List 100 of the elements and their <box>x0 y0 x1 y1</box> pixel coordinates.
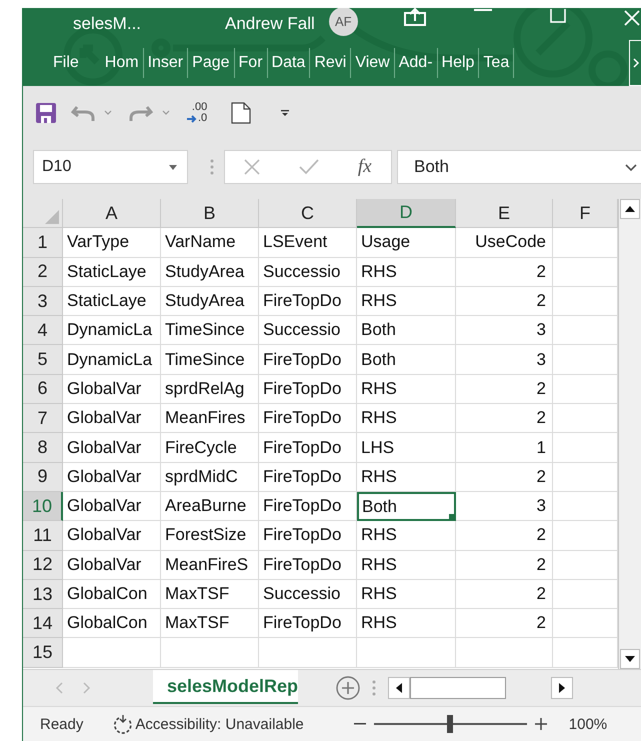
table-cell[interactable]: StudyArea <box>161 286 259 316</box>
table-cell[interactable]: ForestSize <box>161 521 259 551</box>
table-cell[interactable]: TimeSince <box>161 316 259 346</box>
table-cell[interactable]: FireTopDo <box>259 492 357 522</box>
name-box[interactable]: D10 <box>33 150 188 184</box>
table-cell[interactable]: VarName <box>161 228 259 258</box>
table-cell[interactable]: MaxTSF <box>161 580 259 610</box>
table-cell[interactable]: LHS <box>357 433 456 463</box>
table-cell[interactable]: GlobalCon <box>63 609 161 638</box>
formula-field[interactable]: Both <box>397 150 641 184</box>
customize-caret-icon[interactable] <box>281 110 290 116</box>
drag-handle-icon[interactable] <box>210 159 214 175</box>
table-cell[interactable] <box>357 638 456 668</box>
row-header[interactable]: 1 <box>23 228 63 258</box>
select-all-icon[interactable] <box>45 210 59 224</box>
cancel-icon[interactable] <box>244 159 260 175</box>
close-icon[interactable] <box>624 10 640 26</box>
table-cell[interactable]: 3 <box>456 492 553 522</box>
row-header[interactable]: 2 <box>23 258 63 287</box>
table-cell[interactable]: GlobalVar <box>63 521 161 551</box>
table-cell[interactable]: RHS <box>357 258 456 287</box>
table-cell[interactable]: DynamicLa <box>63 345 161 375</box>
scroll-down-icon[interactable] <box>625 656 635 662</box>
scroll-left-icon[interactable] <box>396 683 402 693</box>
table-cell[interactable]: 2 <box>456 609 553 638</box>
table-cell[interactable]: FireTopDo <box>259 521 357 551</box>
table-cell[interactable]: 2 <box>456 374 553 404</box>
more-options-icon[interactable] <box>372 680 376 696</box>
table-cell[interactable]: MeanFires <box>161 404 259 434</box>
table-cell[interactable]: sprdMidC <box>161 462 259 492</box>
ribbon-tab[interactable]: Inser <box>144 48 188 78</box>
table-cell[interactable]: 1 <box>456 433 553 463</box>
table-cell[interactable]: Both <box>357 345 456 375</box>
table-cell[interactable]: GlobalVar <box>63 404 161 434</box>
row-header[interactable]: 5 <box>23 345 63 375</box>
add-sheet-icon[interactable] <box>336 676 360 700</box>
column-header[interactable]: C <box>259 199 357 228</box>
table-cell[interactable]: RHS <box>357 374 456 404</box>
row-header[interactable]: 13 <box>23 580 63 610</box>
accessibility-status[interactable]: Accessibility: Unavailable <box>135 716 304 732</box>
ribbon-tab[interactable]: Page <box>188 48 235 78</box>
new-document-icon[interactable] <box>231 102 252 124</box>
table-cell[interactable]: 2 <box>456 258 553 287</box>
ribbon-tab[interactable]: View <box>351 48 395 78</box>
table-cell[interactable] <box>63 638 161 668</box>
row-header[interactable]: 15 <box>23 638 63 668</box>
table-cell[interactable]: UseCode <box>456 228 553 258</box>
zoom-percentage[interactable]: 100% <box>568 716 608 732</box>
row-header[interactable]: 10 <box>23 492 63 522</box>
previous-sheet-icon[interactable] <box>55 682 63 694</box>
table-cell[interactable]: sprdRelAg <box>161 374 259 404</box>
table-cell[interactable]: Successio <box>259 316 357 346</box>
ribbon-tab[interactable]: File <box>23 48 101 78</box>
table-cell[interactable] <box>161 638 259 668</box>
ribbon-tab[interactable]: Tea <box>479 48 514 78</box>
table-cell[interactable]: RHS <box>357 580 456 610</box>
table-cell[interactable]: RHS <box>357 609 456 638</box>
column-header[interactable]: D <box>357 199 456 228</box>
table-cell[interactable]: FireTopDo <box>259 404 357 434</box>
ribbon-tab[interactable]: Data <box>268 48 310 78</box>
table-cell[interactable]: FireTopDo <box>259 286 357 316</box>
table-cell[interactable]: RHS <box>357 286 456 316</box>
ribbon-tab[interactable]: Revi <box>310 48 352 78</box>
table-cell[interactable]: RHS <box>357 521 456 551</box>
table-cell[interactable]: Successio <box>259 258 357 287</box>
row-header[interactable]: 3 <box>23 286 63 316</box>
zoom-slider[interactable] <box>374 715 527 733</box>
table-cell[interactable]: AreaBurne <box>161 492 259 522</box>
row-header[interactable]: 7 <box>23 404 63 434</box>
row-header[interactable]: 14 <box>23 609 63 638</box>
table-cell[interactable]: Usage <box>357 228 456 258</box>
next-sheet-icon[interactable] <box>83 682 91 694</box>
scroll-right-icon[interactable] <box>559 683 566 693</box>
table-cell[interactable]: 2 <box>456 550 553 580</box>
column-header[interactable]: B <box>161 199 259 228</box>
table-cell[interactable]: 3 <box>456 316 553 346</box>
table-cell[interactable]: Both <box>357 316 456 346</box>
table-cell[interactable]: StaticLaye <box>63 258 161 287</box>
table-cell[interactable]: FireTopDo <box>259 433 357 463</box>
table-cell[interactable]: FireCycle <box>161 433 259 463</box>
row-header[interactable]: 12 <box>23 550 63 580</box>
insert-function-button[interactable]: fx <box>358 156 372 178</box>
ribbon-tab[interactable]: Hom <box>100 48 144 78</box>
table-cell[interactable]: MeanFireS <box>161 550 259 580</box>
table-cell[interactable]: GlobalCon <box>63 580 161 610</box>
table-cell[interactable]: RHS <box>357 404 456 434</box>
column-header[interactable]: A <box>63 199 161 228</box>
table-cell[interactable] <box>456 638 553 668</box>
table-cell[interactable]: 2 <box>456 521 553 551</box>
column-header[interactable]: E <box>456 199 553 228</box>
table-cell[interactable]: 2 <box>456 404 553 434</box>
table-cell[interactable]: GlobalVar <box>63 462 161 492</box>
table-cell[interactable]: StaticLaye <box>63 286 161 316</box>
table-cell[interactable]: 3 <box>456 345 553 375</box>
ribbon-tab[interactable]: Add- <box>394 48 438 78</box>
row-header[interactable]: 8 <box>23 433 63 463</box>
decrease-decimal-button[interactable]: .00 .0 <box>187 102 208 124</box>
table-cell[interactable]: MaxTSF <box>161 609 259 638</box>
table-cell[interactable]: 2 <box>456 580 553 610</box>
minimize-icon[interactable] <box>474 9 492 13</box>
